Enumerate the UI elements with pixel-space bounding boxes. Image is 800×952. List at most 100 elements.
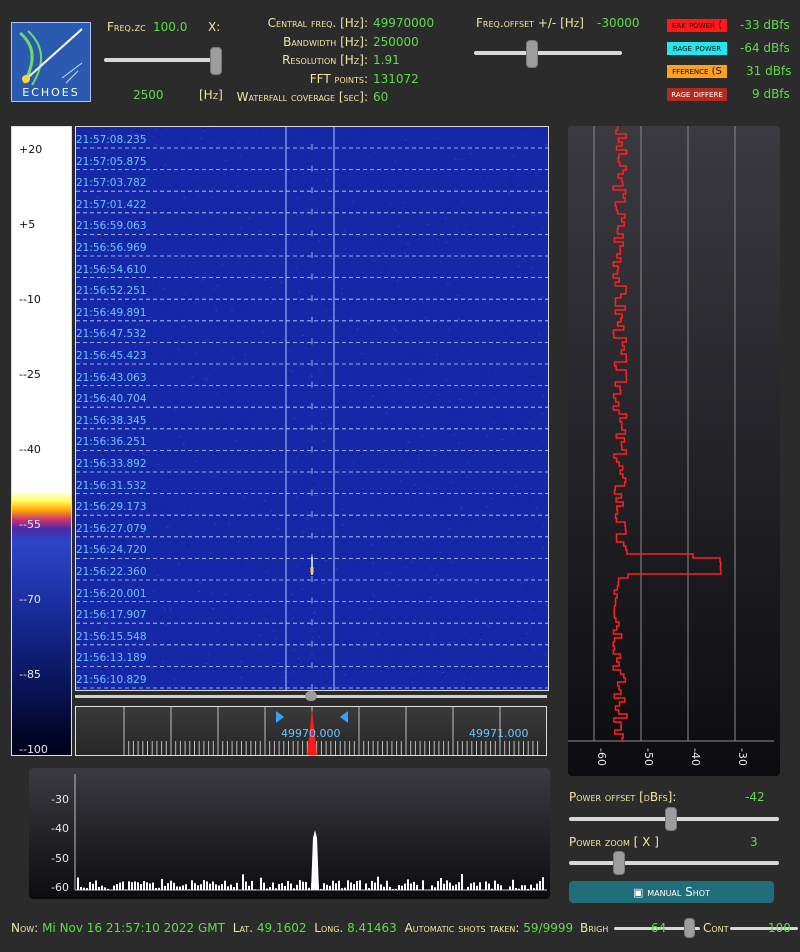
spectrum-bin [524, 885, 526, 890]
waterfall-timestamp: 21:56:59.063 [76, 220, 147, 233]
spectrum-bin [320, 888, 322, 890]
camera-icon: ▣ [632, 886, 644, 899]
spectrum-bin [542, 877, 544, 890]
spectrum-bin [290, 883, 292, 890]
waterfall-display[interactable]: 21:57:08.235 21:57:05.875 21:57:03.782 21:5… [75, 126, 549, 691]
spectrum-bin [77, 877, 79, 890]
power-zoom-value: 3 [750, 835, 758, 849]
power-zoom-slider-thumb[interactable] [613, 851, 625, 875]
spectrum-bin [227, 886, 229, 890]
shots-label: Automatic shots taken: [404, 921, 520, 935]
difference-badge: fference (S [667, 65, 727, 78]
zoom-value: 100.0 [153, 20, 188, 34]
spectrum-bin [200, 884, 202, 890]
waterfall-timestamp: 21:56:33.892 [76, 458, 147, 470]
spectrum-bin [275, 888, 277, 890]
zoom-label: Freq.zc [107, 20, 146, 34]
spectrum-bin [368, 888, 370, 890]
spectrum-bin [431, 885, 433, 890]
brightness-slider-thumb[interactable] [684, 918, 695, 938]
freq-offset-slider[interactable] [474, 51, 622, 55]
spectrum-bin [383, 886, 385, 890]
frequency-scale[interactable]: 49970.000 49971.000 [75, 706, 547, 756]
palette-tick: --100 [19, 743, 48, 756]
spectrum-bin [530, 884, 532, 890]
spectrum-bin [410, 883, 412, 890]
spectrum-bin [125, 889, 127, 890]
waterfall-timestamp: 21:56:27.079 [76, 522, 147, 535]
spectrum-bin [494, 880, 496, 890]
spectrum-bin [479, 882, 481, 890]
spectrum-bin [281, 883, 283, 890]
shots-value: 59/9999 [523, 921, 574, 935]
manual-shot-button[interactable]: ▣ manual Shot [569, 881, 774, 903]
spectrum-bin [473, 882, 475, 890]
logo-text: ECHOES [22, 86, 80, 99]
spectrum-bin [140, 884, 142, 890]
spectrum-bin [152, 882, 154, 890]
spectrum-bin [464, 889, 466, 890]
spectrum-bin [206, 881, 208, 890]
freq-offset-slider-thumb[interactable] [526, 40, 538, 68]
power-offset-slider-thumb[interactable] [665, 807, 677, 831]
spectrum-bin [155, 888, 157, 890]
power-panel: -60 -50 -40 -30 [568, 126, 780, 776]
zoom-slider-thumb[interactable] [210, 47, 222, 75]
spectrum-bin [332, 880, 334, 890]
central-freq-value: 49970000 [373, 16, 435, 30]
contrast-value: 100 [768, 921, 791, 935]
spectrum-bin [371, 880, 373, 890]
spectrum-bin [296, 884, 298, 890]
waterfall-timestamp: 21:56:36.251 [76, 436, 147, 449]
spectrum-bin [509, 886, 511, 890]
spectrum-bin [134, 881, 136, 890]
fft-points-label: FFT points: [309, 71, 368, 86]
spectrum-bin [245, 881, 247, 890]
spectrum-bin [119, 882, 121, 890]
spectrum-bin [488, 883, 490, 890]
spectrum-bin [122, 881, 124, 890]
waterfall-timestamp: 21:56:24.720 [76, 544, 147, 557]
spectrum-bin [143, 881, 145, 890]
spectrum-bin [329, 885, 331, 890]
peak-power-badge: eak power ( [667, 19, 727, 32]
right-marker-icon [340, 711, 348, 723]
spectrum-bin [416, 884, 418, 890]
waterfall-scroll-thumb[interactable] [305, 691, 317, 701]
power-trace-line [612, 126, 722, 742]
zoom-unit: X: [208, 20, 221, 34]
waterfall-timestamp: 21:56:20.001 [76, 587, 147, 600]
spectrum-panel: -30 -40 -50 -60 [29, 768, 550, 899]
spectrum-bin [149, 883, 151, 890]
spectrum-bin [353, 884, 355, 890]
spectrum-bin [344, 887, 346, 890]
spectrum-y-tick: -30 [51, 793, 69, 806]
spectrum-bin [476, 885, 478, 890]
spectrum-bin [209, 883, 211, 890]
power-zoom-slider[interactable] [569, 861, 779, 865]
spectrum-bin [434, 887, 436, 890]
spectrum-bin [341, 888, 343, 890]
waterfall-timestamp: 21:56:29.173 [76, 501, 147, 514]
spectrum-bin [113, 885, 115, 890]
power-axis-tick: -60 [595, 748, 608, 766]
spectrum-bin [263, 882, 265, 890]
spectrum-bin [254, 889, 256, 890]
spectrum-bin [260, 877, 262, 890]
zoom-slider[interactable] [104, 58, 220, 62]
waterfall-timestamp: 21:56:43.063 [76, 371, 147, 384]
spectrum-bin [497, 883, 499, 890]
spectrum-bin [218, 885, 220, 890]
left-marker-icon [276, 711, 284, 723]
freq-center-label: 49970.000 [281, 727, 341, 740]
power-zoom-label: Power zoom [ X ] [569, 835, 659, 849]
spectrum-peak [311, 830, 319, 890]
spectrum-bin [116, 884, 118, 890]
spectrum-bin [101, 885, 103, 890]
palette-tick: --10 [19, 293, 41, 306]
echoes-logo: ECHOES [11, 22, 91, 102]
spectrum-bin [440, 878, 442, 890]
waterfall-timestamp: 21:56:22.360 [76, 566, 147, 578]
power-offset-value: -42 [745, 790, 765, 804]
receiver-info: Central freq. [Hz]: 49970000 Bandwidth [… [237, 16, 440, 109]
